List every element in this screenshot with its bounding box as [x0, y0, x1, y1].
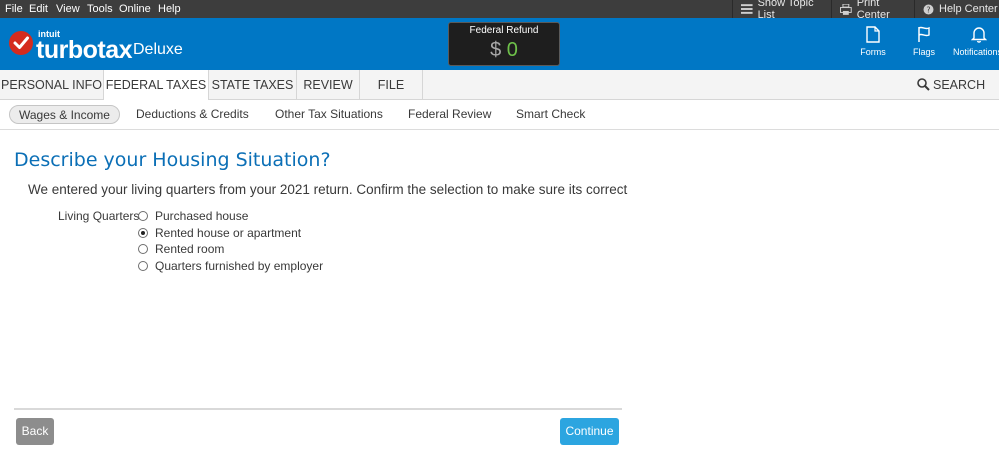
radio-option-label: Rented house or apartment: [155, 226, 302, 240]
back-button[interactable]: Back: [16, 418, 54, 445]
flags-label: Flags: [912, 47, 935, 57]
subtab-other-tax-situations[interactable]: Other Tax Situations: [275, 107, 383, 121]
menu-help[interactable]: Help: [158, 3, 181, 15]
menu-bar: File Edit View Tools Online Help Show To…: [0, 0, 999, 21]
app-header: intuit turbotax Deluxe Federal Refund $ …: [0, 18, 999, 70]
radio-option-rented-room[interactable]: Rented room: [138, 242, 224, 256]
tab-file[interactable]: FILE: [360, 70, 423, 100]
refund-value: 0: [506, 39, 518, 61]
menu-edit[interactable]: Edit: [29, 3, 48, 15]
logo-turbotax: turbotax: [36, 36, 133, 64]
subtab-smart-check[interactable]: Smart Check: [516, 107, 585, 121]
help-center-button[interactable]: ? Help Center: [914, 0, 999, 18]
subtab-federal-review[interactable]: Federal Review: [408, 107, 491, 121]
search-label: SEARCH: [933, 78, 986, 92]
search-button[interactable]: SEARCH: [917, 70, 985, 100]
logo-edition: Deluxe: [133, 41, 183, 58]
flags-button[interactable]: Flags: [899, 26, 949, 57]
printer-icon: [840, 3, 852, 15]
svg-text:?: ?: [926, 5, 930, 14]
living-quarters-label: Living Quarters: [58, 209, 140, 223]
refund-currency: $: [490, 39, 502, 61]
show-topic-list-button[interactable]: Show Topic List: [732, 0, 831, 21]
menu-view[interactable]: View: [56, 3, 80, 15]
radio-button-selected[interactable]: [138, 228, 148, 238]
main-tabs: PERSONAL INFO FEDERAL TAXES STATE TAXES …: [0, 70, 999, 100]
flag-icon: [918, 26, 930, 42]
forms-button[interactable]: Forms: [848, 26, 898, 57]
sub-tabs: Wages & Income Deductions & Credits Othe…: [0, 100, 999, 130]
refund-label: Federal Refund: [469, 25, 539, 36]
instruction-text: We entered your living quarters from you…: [28, 182, 628, 197]
tab-federal-taxes[interactable]: FEDERAL TAXES: [104, 70, 209, 100]
radio-button[interactable]: [138, 244, 148, 254]
tab-state-taxes[interactable]: STATE TAXES: [209, 70, 297, 100]
radio-option-purchased-house[interactable]: Purchased house: [138, 209, 248, 223]
footer-divider: [14, 408, 622, 410]
radio-option-label: Purchased house: [155, 209, 249, 223]
radio-option-label: Rented room: [155, 242, 225, 256]
tab-personal-info[interactable]: PERSONAL INFO: [0, 70, 104, 100]
menu-online[interactable]: Online: [119, 3, 151, 15]
notifications-label: Notifications: [953, 47, 999, 57]
radio-option-quarters-by-employer[interactable]: Quarters furnished by employer: [138, 259, 323, 273]
help-icon: ?: [923, 4, 934, 14]
document-icon: [866, 26, 880, 43]
menu-file[interactable]: File: [5, 3, 23, 15]
radio-button[interactable]: [138, 261, 148, 271]
subtab-deductions-credits[interactable]: Deductions & Credits: [136, 107, 249, 121]
notifications-button[interactable]: Notifications: [953, 26, 999, 57]
page-title: Describe your Housing Situation?: [14, 149, 331, 171]
search-icon: [917, 78, 930, 91]
radio-button[interactable]: [138, 211, 148, 221]
bell-icon: [971, 27, 987, 43]
turbotax-check-icon: [9, 31, 33, 55]
forms-label: Forms: [860, 47, 886, 57]
tab-review[interactable]: REVIEW: [297, 70, 360, 100]
print-center-button[interactable]: Print Center: [831, 0, 914, 21]
list-icon: [741, 4, 753, 14]
continue-button[interactable]: Continue: [560, 418, 619, 445]
radio-option-label: Quarters furnished by employer: [155, 259, 324, 273]
federal-refund-meter[interactable]: Federal Refund $ 0: [448, 22, 560, 66]
menu-tools[interactable]: Tools: [87, 3, 113, 15]
refund-amount: $ 0: [449, 39, 559, 62]
radio-option-rented-house[interactable]: Rented house or apartment: [138, 226, 301, 240]
subtab-wages-income[interactable]: Wages & Income: [9, 105, 120, 124]
help-center-label: Help Center: [939, 3, 998, 15]
